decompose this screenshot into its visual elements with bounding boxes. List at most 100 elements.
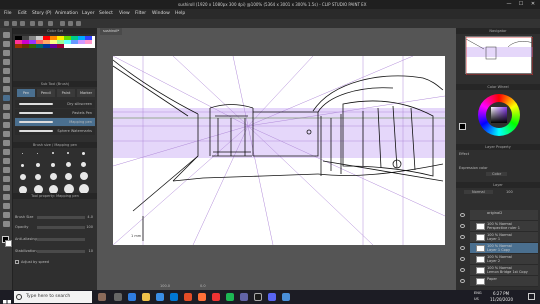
eye-icon[interactable]: [460, 224, 465, 228]
eye-icon[interactable]: [460, 246, 465, 250]
brush-size-dot[interactable]: [81, 162, 86, 167]
brush-tool-icon[interactable]: [3, 113, 10, 119]
brush-item[interactable]: Dry silkscreen: [15, 100, 95, 108]
transform-icon[interactable]: [60, 21, 65, 26]
clock-date[interactable]: 11/20/2020: [490, 296, 513, 303]
brush-size-dot[interactable]: [36, 163, 40, 167]
layer-row[interactable]: 100 % Normal Perspective ruler 1: [460, 221, 538, 232]
layer-row[interactable]: 100 % Normal Layer 1: [460, 232, 538, 243]
clear-icon[interactable]: [48, 21, 53, 26]
ruler-tool-icon[interactable]: [3, 194, 10, 200]
redo-icon[interactable]: [38, 21, 43, 26]
zoom-tool-icon[interactable]: [3, 32, 10, 38]
windows-start-icon[interactable]: [3, 293, 11, 304]
pen-tool-icon[interactable]: [3, 95, 10, 101]
eye-icon[interactable]: [460, 257, 465, 261]
move-tool-icon[interactable]: [3, 41, 10, 47]
brush-size-dot[interactable]: [20, 174, 26, 180]
decoration-icon[interactable]: [3, 131, 10, 137]
brush-size-dot[interactable]: [21, 164, 24, 167]
selection-tool-icon[interactable]: [3, 68, 10, 74]
clip-studio-icon[interactable]: [282, 293, 290, 301]
checkbox-icon[interactable]: [15, 260, 19, 264]
brush-item-selected[interactable]: Mapping pen: [15, 118, 95, 126]
firefox-icon[interactable]: [198, 293, 206, 301]
tab-paint[interactable]: Paint: [57, 89, 75, 97]
brush-size-dot[interactable]: [82, 152, 85, 155]
menu-animation[interactable]: Animation: [55, 9, 78, 19]
figure-tool-icon[interactable]: [3, 176, 10, 182]
layer-row-selected[interactable]: 100 % Normal Layer 1 Copy: [460, 243, 538, 254]
layer-row[interactable]: original2: [460, 210, 538, 221]
eye-icon[interactable]: [460, 213, 465, 217]
drawing-canvas[interactable]: 1 mm: [112, 55, 446, 246]
zoom-readout[interactable]: 100.0: [160, 284, 170, 288]
eye-icon[interactable]: [460, 235, 465, 239]
layer-opacity[interactable]: 100: [506, 190, 513, 194]
maximize-button[interactable]: ☐: [515, 0, 527, 9]
minimize-button[interactable]: —: [503, 0, 515, 9]
menu-window[interactable]: Window: [152, 9, 170, 19]
correct-line-icon[interactable]: [3, 221, 10, 227]
app-icon[interactable]: [212, 293, 220, 301]
task-view-icon[interactable]: [114, 293, 122, 301]
close-button[interactable]: ✕: [527, 0, 539, 9]
operation-tool-icon[interactable]: [3, 50, 10, 56]
pencil-tool-icon[interactable]: [3, 104, 10, 110]
angle-readout[interactable]: 0.0: [200, 284, 206, 288]
text-tool-icon[interactable]: [3, 203, 10, 209]
airbrush-icon[interactable]: [3, 122, 10, 128]
spotify-icon[interactable]: [226, 293, 234, 301]
office-icon[interactable]: [184, 293, 192, 301]
gradient-tool-icon[interactable]: [3, 167, 10, 173]
brush-size-property[interactable]: Brush Size 4.0: [15, 214, 95, 221]
menu-help[interactable]: Help: [175, 9, 185, 19]
color-wheel[interactable]: [478, 94, 520, 136]
eye-icon[interactable]: [460, 268, 465, 272]
opacity-property[interactable]: Opacity 100: [15, 224, 95, 231]
edge-icon[interactable]: [128, 293, 136, 301]
auto-select-icon[interactable]: [3, 77, 10, 83]
open-icon[interactable]: [12, 21, 17, 26]
brush-size-dot[interactable]: [51, 163, 55, 167]
expression-select[interactable]: Color: [486, 172, 508, 176]
eye-icon[interactable]: [460, 279, 465, 283]
menu-story[interactable]: Story (P): [32, 9, 52, 19]
layer-row[interactable]: Paper: [460, 276, 538, 287]
brush-size-dot[interactable]: [52, 152, 54, 154]
store-icon[interactable]: [156, 293, 164, 301]
color-sv-square[interactable]: [491, 107, 507, 123]
layer-move-icon[interactable]: [3, 59, 10, 65]
brush-size-dot[interactable]: [22, 153, 23, 154]
brush-item[interactable]: Pastels Pen: [15, 109, 95, 117]
layer-row[interactable]: 100 % Normal Lemon Bridge 1st Copy: [460, 265, 538, 276]
brush-size-dot[interactable]: [67, 152, 69, 154]
brush-size-dot[interactable]: [80, 172, 88, 180]
current-color-swatch[interactable]: [459, 123, 466, 130]
tab-marker[interactable]: Marker: [77, 89, 95, 97]
sub-color-swatch[interactable]: [5, 240, 12, 247]
menu-filter[interactable]: Filter: [135, 9, 146, 19]
tab-pen[interactable]: Pen: [17, 89, 35, 97]
layer-row[interactable]: 100 % Normal Layer 2: [460, 254, 538, 265]
taskbar-search-input[interactable]: Type here to search: [14, 291, 92, 303]
notification-icon[interactable]: [528, 293, 535, 300]
adjust-speed-checkbox[interactable]: Adjust by speed: [15, 259, 95, 266]
menu-layer[interactable]: Layer: [82, 9, 95, 19]
ruler-snap-icon[interactable]: [76, 21, 81, 26]
balloon-tool-icon[interactable]: [3, 212, 10, 218]
file-explorer-icon[interactable]: [142, 293, 150, 301]
anti-aliasing-property[interactable]: Anti-aliasing: [15, 236, 95, 243]
new-icon[interactable]: [4, 21, 9, 26]
fill-tool-icon[interactable]: [3, 158, 10, 164]
menu-edit[interactable]: Edit: [18, 9, 27, 19]
discord-icon[interactable]: [268, 293, 276, 301]
brush-size-dot[interactable]: [65, 173, 72, 180]
canvas-tab[interactable]: sushiroll*: [100, 28, 123, 35]
brush-size-dot[interactable]: [37, 153, 38, 154]
tab-pencil[interactable]: Pencil: [37, 89, 55, 97]
menu-view[interactable]: View: [119, 9, 130, 19]
language-indicator[interactable]: ENG US: [474, 290, 482, 302]
brush-size-dot[interactable]: [50, 173, 57, 180]
eyedropper-icon[interactable]: [3, 86, 10, 92]
